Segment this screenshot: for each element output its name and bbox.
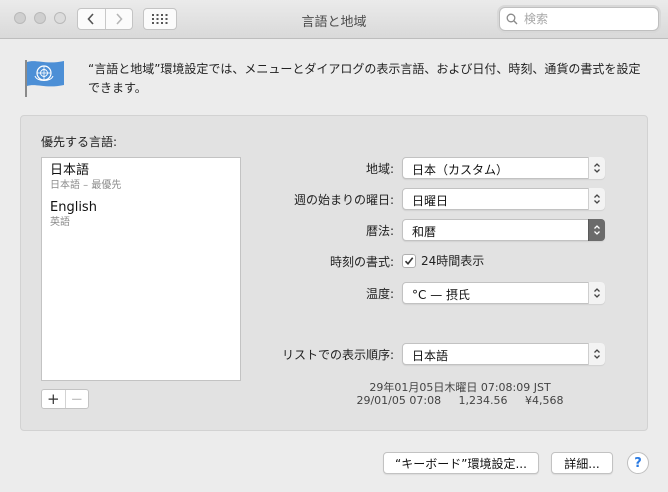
un-flag-icon (25, 60, 64, 97)
list-sort-label: リストでの表示順序: (281, 348, 394, 362)
language-list[interactable]: 日本語 日本語 – 最優先 English 英語 (41, 157, 241, 381)
24-hour-label: 24時間表示 (421, 254, 485, 268)
first-day-value: 日曜日 (412, 194, 449, 208)
language-name: English (50, 200, 97, 215)
list-item[interactable]: English 英語 (42, 195, 240, 232)
title-bar: 言語と地域 (0, 0, 668, 39)
description-text: “言語と地域”環境設定では、メニューとダイアログの表示言語、および日付、時刻、通… (88, 62, 641, 95)
list-item[interactable]: 日本語 日本語 – 最優先 (42, 158, 240, 195)
list-sort-popup[interactable]: 日本語 (402, 343, 605, 365)
24-hour-toggle[interactable]: 24時間表示 (402, 252, 484, 269)
add-language-button[interactable]: + (42, 390, 65, 408)
calendar-popup[interactable]: 和暦 (402, 219, 605, 241)
preferences-window: 言語と地域 “言語と地域”環境設定では、メニューとダイアログの表示言語、および日… (0, 0, 668, 492)
popup-arrows-icon (588, 282, 605, 304)
list-sort-value: 日本語 (412, 349, 449, 363)
help-button[interactable]: ? (627, 452, 649, 474)
region-popup[interactable]: 日本（カスタム） (402, 157, 605, 179)
popup-arrows-icon (588, 188, 605, 210)
popup-arrows-icon (588, 219, 605, 241)
language-name: 日本語 (50, 163, 90, 178)
search-field[interactable] (499, 7, 659, 31)
date-sample: 29年01月05日木曜日 07:08:09 JST (369, 381, 551, 394)
calendar-label: 暦法: (365, 224, 394, 238)
24-hour-checkbox[interactable] (402, 253, 416, 268)
temperature-popup[interactable]: °C — 摂氏 (402, 282, 605, 304)
add-remove-group: + − (41, 389, 89, 409)
language-subtitle: 日本語 – 最優先 (50, 180, 122, 191)
preferred-languages-heading: 優先する言語: (41, 135, 118, 149)
first-day-label: 週の始まりの曜日: (293, 193, 394, 207)
region-label: 地域: (365, 162, 394, 176)
time-format-label: 時刻の書式: (329, 255, 394, 269)
search-input[interactable] (522, 11, 646, 27)
remove-language-button[interactable]: − (64, 390, 89, 408)
first-day-popup[interactable]: 日曜日 (402, 188, 605, 210)
number-sample: 29/01/05 07:08 1,234.56 ¥4,568 (356, 394, 564, 407)
calendar-value: 和暦 (412, 225, 437, 239)
checkmark-icon (404, 256, 414, 265)
temperature-value: °C — 摂氏 (412, 288, 471, 302)
language-subtitle: 英語 (50, 217, 70, 228)
popup-arrows-icon (588, 157, 605, 179)
search-icon (506, 13, 518, 25)
keyboard-preferences-button[interactable]: “キーボード”環境設定... (383, 452, 539, 474)
region-value: 日本（カスタム） (412, 163, 509, 177)
popup-arrows-icon (588, 343, 605, 365)
temperature-label: 温度: (365, 287, 394, 301)
advanced-button[interactable]: 詳細... (551, 452, 613, 474)
